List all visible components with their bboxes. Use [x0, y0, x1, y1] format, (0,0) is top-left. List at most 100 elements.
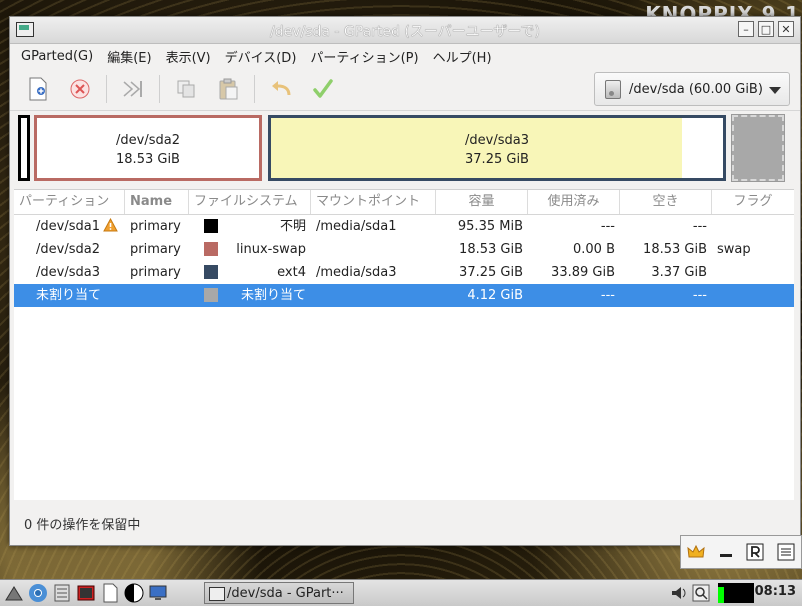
cell-filesystem: 未割り当て — [189, 284, 311, 307]
toolbar: /dev/sda (60.00 GiB) — [10, 68, 800, 111]
cell-filesystem: ext4 — [189, 261, 311, 284]
cell-used: 33.89 GiB — [551, 265, 615, 280]
table-row[interactable]: /dev/sda3 primary ext4 /media/sda3 37.25… — [14, 261, 794, 284]
cell-partition: /dev/sda1 — [14, 215, 125, 238]
menu-partition[interactable]: パーティション(P) — [303, 47, 425, 66]
hard-disk-icon — [605, 79, 621, 99]
cell-mountpoint: /media/sda3 — [316, 265, 397, 280]
col-mountpoint[interactable]: マウントポイント — [311, 190, 436, 214]
device-selector-value: /dev/sda (60.00 GiB) — [629, 81, 763, 97]
col-size[interactable]: 容量 — [436, 190, 528, 214]
fs-label: 未割り当て — [240, 288, 306, 303]
partition-table: パーティション Name ファイルシステム マウントポイント 容量 使用済み 空… — [14, 189, 794, 500]
cell-used: 0.00 B — [573, 242, 615, 257]
window-title: /dev/sda - GParted (スーパーユーザーで) — [269, 24, 541, 40]
dash-icon[interactable] — [718, 544, 734, 560]
search-icon[interactable] — [692, 584, 710, 602]
resize-move-button[interactable] — [117, 73, 149, 105]
cell-mountpoint: /media/sda1 — [316, 219, 397, 234]
cell-name: primary — [130, 219, 181, 234]
menu-edit[interactable]: 編集(E) — [100, 47, 158, 66]
new-partition-button[interactable] — [22, 73, 54, 105]
contrast-icon[interactable] — [124, 583, 144, 603]
fs-color-swatch — [204, 265, 218, 279]
delete-partition-button[interactable] — [64, 73, 96, 105]
paste-icon — [219, 78, 238, 100]
clock[interactable]: 08:13 — [755, 584, 796, 599]
chromium-icon[interactable] — [28, 583, 48, 603]
keyboard-input-icon[interactable] — [777, 543, 795, 561]
window-controls: – □ ✕ — [738, 21, 794, 37]
cell-filesystem: 不明 — [189, 215, 311, 238]
fs-label: 不明 — [279, 219, 306, 234]
cell-partition: /dev/sda3 — [14, 261, 125, 284]
cell-name — [125, 284, 189, 307]
gparted-task-icon — [209, 587, 225, 601]
col-partition[interactable]: パーティション — [14, 190, 125, 214]
cell-mountpoint — [311, 238, 436, 261]
menu-bar: GParted(G) 編集(E) 表示(V) デバイス(D) パーティション(P… — [10, 44, 800, 68]
col-name[interactable]: Name — [125, 190, 189, 214]
cell-size: 95.35 MiB — [457, 219, 523, 234]
cpu-load-graph — [718, 583, 754, 603]
col-used[interactable]: 使用済み — [528, 190, 620, 214]
maximize-button[interactable]: □ — [758, 21, 774, 37]
file-manager-icon[interactable] — [52, 583, 72, 603]
graph-unallocated[interactable] — [731, 114, 785, 182]
close-button[interactable]: ✕ — [778, 21, 794, 37]
table-row[interactable]: 未割り当て 未割り当て 4.12 GiB --- --- — [14, 284, 794, 307]
graph-partition-sda3[interactable]: /dev/sda3 37.25 GiB — [268, 115, 726, 181]
cell-free: 18.53 GiB — [643, 242, 707, 257]
taskbar: /dev/sda - GPart··· 08:13 — [0, 579, 802, 606]
col-flags[interactable]: フラグ — [712, 190, 794, 214]
title-bar[interactable]: /dev/sda - GParted (スーパーユーザーで) – □ ✕ — [10, 17, 800, 44]
menu-view[interactable]: 表示(V) — [159, 47, 218, 66]
minimize-button[interactable]: – — [738, 21, 754, 37]
knoppix-menu-icon[interactable] — [4, 583, 24, 603]
volume-icon[interactable] — [670, 584, 688, 602]
undo-button[interactable] — [265, 73, 297, 105]
cell-flags — [712, 284, 794, 307]
menu-help[interactable]: ヘルプ(H) — [426, 47, 499, 66]
fs-color-swatch — [204, 288, 218, 302]
graph-sda2-name: /dev/sda2 — [116, 133, 180, 148]
cell-used: --- — [600, 219, 615, 234]
graph-partition-sda1[interactable] — [18, 115, 30, 181]
apply-button[interactable] — [307, 73, 339, 105]
check-icon — [313, 79, 333, 98]
cell-name: primary — [130, 242, 181, 257]
graph-sda3-size: 37.25 GiB — [465, 152, 529, 167]
device-selector[interactable]: /dev/sda (60.00 GiB) — [594, 72, 790, 106]
crown-icon[interactable] — [687, 544, 705, 560]
graph-partition-sda2[interactable]: /dev/sda2 18.53 GiB — [34, 115, 262, 181]
cell-flags: swap — [717, 242, 751, 257]
fs-label: linux-swap — [236, 242, 306, 257]
cell-flags — [712, 215, 794, 238]
fs-label: ext4 — [277, 265, 306, 280]
partition-label: /dev/sda2 — [36, 242, 100, 257]
menu-device[interactable]: デバイス(D) — [218, 47, 304, 66]
paste-button[interactable] — [212, 73, 244, 105]
menu-gparted[interactable]: GParted(G) — [14, 49, 100, 64]
registered-icon[interactable] — [746, 543, 764, 561]
gparted-window: /dev/sda - GParted (スーパーユーザーで) – □ ✕ GPa… — [9, 16, 801, 546]
cell-size: 4.12 GiB — [467, 288, 523, 303]
copy-button[interactable] — [170, 73, 202, 105]
undo-icon — [272, 81, 291, 96]
table-row[interactable]: /dev/sda1 primary 不明 /media/sda1 95.35 M… — [14, 215, 794, 238]
pending-operations-status: 0 件の操作を保留中 — [24, 518, 141, 533]
taskbar-task-label: /dev/sda - GPart··· — [227, 586, 344, 601]
fs-color-swatch — [204, 242, 218, 256]
col-filesystem[interactable]: ファイルシステム — [189, 190, 311, 214]
taskbar-gparted-task[interactable]: /dev/sda - GPart··· — [204, 582, 354, 604]
cell-partition: /dev/sda2 — [14, 238, 125, 261]
terminal-icon[interactable] — [76, 583, 96, 603]
graph-sda2-size: 18.53 GiB — [116, 152, 180, 167]
cell-size: 18.53 GiB — [459, 242, 523, 257]
text-editor-icon[interactable] — [100, 583, 120, 603]
monitor-icon[interactable] — [148, 583, 168, 603]
cell-free: --- — [692, 219, 707, 234]
table-row[interactable]: /dev/sda2 primary linux-swap 18.53 GiB 0… — [14, 238, 794, 261]
col-free[interactable]: 空き — [620, 190, 712, 214]
toolbar-separator — [106, 75, 107, 103]
